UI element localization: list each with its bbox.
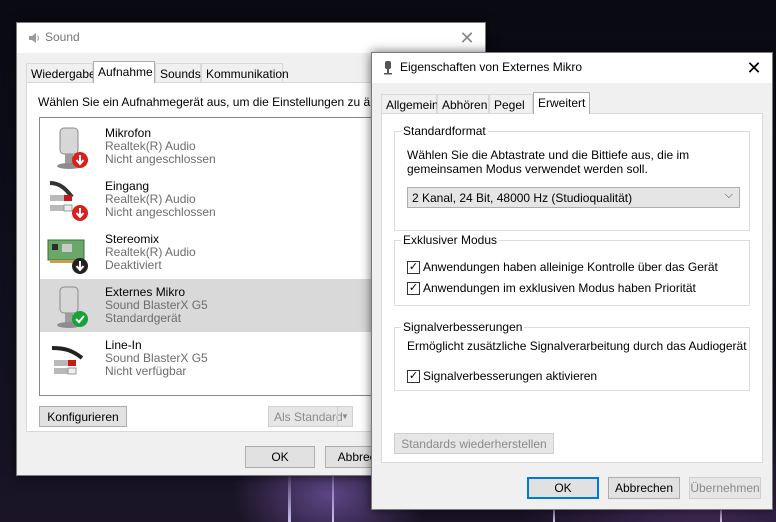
enhancements-option-label[interactable]: Signalverbesserungen aktivieren: [423, 369, 597, 383]
tab-aufnahme[interactable]: Aufnahme: [93, 61, 155, 83]
exclusive-priority-checkbox[interactable]: ✓: [407, 282, 420, 295]
device-name: Eingang: [105, 179, 150, 193]
tab-erweitert[interactable]: Erweitert: [533, 92, 590, 114]
description-line: Wählen Sie die Abtastrate und die Bittie…: [407, 148, 690, 162]
default-format-description: Wählen Sie die Abtastrate und die Bittie…: [407, 148, 689, 176]
rca-cable-icon: [46, 177, 94, 225]
apply-button[interactable]: Übernehmen: [689, 477, 761, 499]
tab-wiedergabe[interactable]: Wiedergabe: [26, 63, 96, 82]
device-driver: Realtek(R) Audio: [105, 245, 196, 259]
format-dropdown[interactable]: 2 Kanal, 24 Bit, 48000 Hz (Studioqualitä…: [407, 187, 740, 208]
enhancements-description: Ermöglicht zusätzliche Signalverarbeitun…: [407, 339, 747, 353]
enhancements-group: Signalverbesserungen Ermöglicht zusätzli…: [394, 320, 750, 391]
restore-defaults-button[interactable]: Standards wiederherstellen: [394, 433, 554, 454]
sound-titlebar[interactable]: Sound ✕: [17, 23, 485, 53]
microphone-icon: [382, 61, 394, 78]
sound-ok-button[interactable]: OK: [245, 446, 315, 468]
device-driver: Realtek(R) Audio: [105, 192, 196, 206]
enhancements-label: Signalverbesserungen: [401, 320, 525, 334]
default-format-label: Standardformat: [401, 124, 488, 138]
tab-kommunikation[interactable]: Kommunikation: [201, 63, 289, 82]
sound-window-title: Sound: [45, 30, 80, 44]
exclusive-priority-label[interactable]: Anwendungen im exklusiven Modus haben Pr…: [423, 281, 696, 295]
properties-titlebar[interactable]: Eigenschaften von Externes Mikro ✕: [372, 53, 772, 83]
default-format-group: Standardformat Wählen Sie die Abtastrate…: [394, 124, 750, 231]
properties-ok-button[interactable]: OK: [527, 477, 599, 499]
chevron-down-icon: ⌵: [724, 189, 733, 201]
exclusive-mode-group: Exklusiver Modus ✓ Anwendungen haben all…: [394, 233, 750, 306]
exclusive-mode-label: Exklusiver Modus: [401, 233, 500, 247]
device-driver: Realtek(R) Audio: [105, 139, 196, 153]
device-name: Externes Mikro: [105, 285, 186, 299]
exclusive-control-checkbox[interactable]: ✓: [407, 261, 420, 274]
light-beam: [288, 470, 291, 522]
instruction-text: Wählen Sie ein Aufnahmegerät aus, um die…: [38, 95, 384, 109]
close-icon[interactable]: ✕: [736, 53, 772, 83]
device-name: Mikrofon: [105, 126, 152, 140]
description-line: gemeinsamen Modus verwendet werden soll.: [407, 162, 648, 176]
device-name: Stereomix: [105, 232, 160, 246]
set-default-label: Als Standard: [274, 409, 343, 424]
properties-window-title: Eigenschaften von Externes Mikro: [400, 60, 583, 74]
sound-card-icon: [46, 230, 94, 278]
configure-button[interactable]: Konfigurieren: [39, 406, 127, 427]
device-status: Deaktiviert: [105, 258, 162, 272]
device-status: Nicht angeschlossen: [105, 205, 216, 219]
exclusive-control-label[interactable]: Anwendungen haben alleinige Kontrolle üb…: [423, 260, 718, 274]
rca-cable-icon: [46, 336, 94, 384]
speaker-icon: [27, 31, 41, 48]
device-driver: Sound BlasterX G5: [105, 298, 208, 312]
device-status: Nicht verfügbar: [105, 364, 187, 378]
device-driver: Sound BlasterX G5: [105, 351, 208, 365]
tab-allgemein[interactable]: Allgemein: [381, 94, 439, 113]
device-status: Standardgerät: [105, 311, 182, 325]
tab-pegel[interactable]: Pegel: [489, 94, 533, 113]
properties-tabs: Allgemein Abhören Pegel Erweitert: [381, 92, 763, 114]
device-status: Nicht angeschlossen: [105, 152, 216, 166]
tab-sounds[interactable]: Sounds: [155, 63, 201, 82]
close-icon[interactable]: ✕: [449, 23, 485, 53]
tab-abhoeren[interactable]: Abhören: [437, 94, 489, 113]
properties-cancel-button[interactable]: Abbrechen: [608, 477, 680, 499]
set-default-button[interactable]: Als Standard ▼: [268, 406, 353, 427]
chevron-down-icon: ▼: [337, 407, 352, 426]
enhancements-checkbox[interactable]: ✓: [407, 370, 420, 383]
microphone-icon: [46, 283, 94, 331]
microphone-icon: [46, 124, 94, 172]
format-dropdown-value: 2 Kanal, 24 Bit, 48000 Hz (Studioqualitä…: [412, 191, 633, 205]
erweitert-panel: Standardformat Wählen Sie die Abtastrate…: [381, 113, 763, 463]
device-name: Line-In: [105, 338, 142, 352]
properties-window: Eigenschaften von Externes Mikro ✕ Allge…: [371, 52, 773, 510]
